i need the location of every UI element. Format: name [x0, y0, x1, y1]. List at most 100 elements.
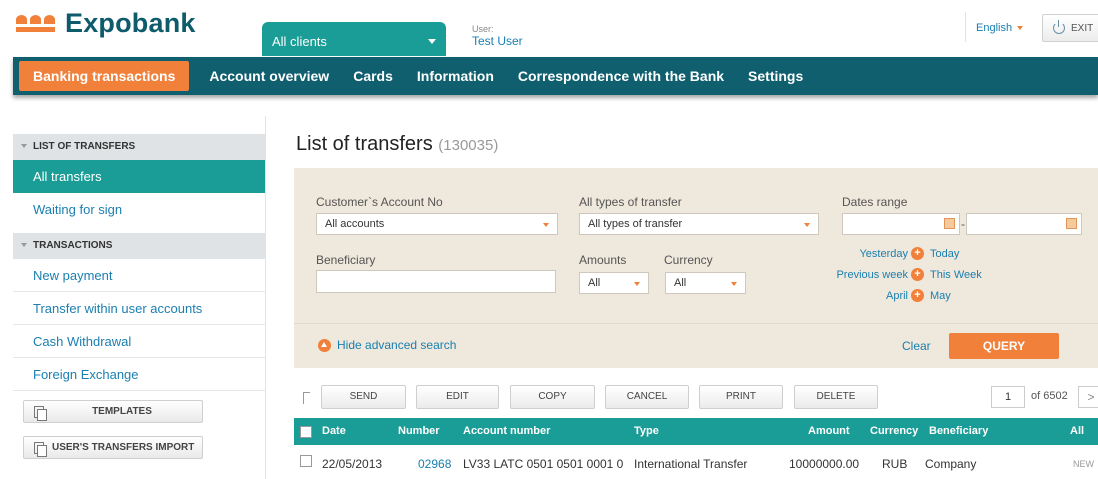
- col-beneficiary[interactable]: Beneficiary: [929, 425, 988, 437]
- user-info: User: Test User: [472, 24, 523, 48]
- transfer-type-label: All types of transfer: [579, 195, 682, 209]
- edit-button[interactable]: EDIT: [416, 385, 499, 409]
- sidebar-item-cash-withdrawal[interactable]: Cash Withdrawal: [13, 325, 265, 358]
- select-arrow-icon: [303, 392, 310, 404]
- col-number[interactable]: Number: [398, 425, 440, 437]
- chevron-up-icon: [318, 338, 331, 352]
- plus-icon: +: [911, 268, 924, 281]
- hide-advanced-label: Hide advanced search: [337, 338, 457, 352]
- amounts-value: All: [588, 277, 601, 289]
- sidebar-section-transactions[interactable]: TRANSACTIONS: [13, 233, 265, 259]
- chevron-down-icon: [1017, 26, 1024, 31]
- next-page-button[interactable]: >: [1078, 386, 1098, 408]
- select-all-checkbox[interactable]: [300, 426, 312, 438]
- cancel-button[interactable]: CANCEL: [605, 385, 689, 409]
- dates-range-label: Dates range: [842, 195, 908, 209]
- sidebar-item-all-transfers[interactable]: All transfers: [13, 160, 271, 193]
- templates-button[interactable]: TEMPLATES: [23, 400, 203, 423]
- nav-account-overview[interactable]: Account overview: [199, 57, 339, 95]
- date-separator: -: [961, 217, 965, 231]
- account-select[interactable]: All accounts: [316, 213, 558, 235]
- table-row[interactable]: 22/05/2013 02968 LV33 LATC 0501 0501 000…: [294, 447, 1098, 479]
- collapse-icon: [21, 144, 27, 149]
- sidebar-item-transfer-within-accounts[interactable]: Transfer within user accounts: [13, 292, 265, 325]
- nav-information[interactable]: Information: [407, 57, 504, 95]
- nav-correspondence[interactable]: Correspondence with the Bank: [508, 57, 734, 95]
- quick-april-link[interactable]: April: [886, 290, 908, 302]
- chevron-down-icon: [634, 282, 640, 286]
- col-amount[interactable]: Amount: [808, 425, 850, 437]
- page-count: of 6502: [1031, 390, 1068, 402]
- col-type[interactable]: Type: [634, 425, 659, 437]
- quick-previous-week-link[interactable]: Previous week: [836, 269, 908, 281]
- brand-name: Expobank: [65, 8, 196, 38]
- currency-select[interactable]: All: [665, 272, 746, 294]
- section-label: LIST OF TRANSFERS: [33, 141, 136, 152]
- account-label: Customer`s Account No: [316, 195, 443, 209]
- date-from-input[interactable]: [842, 213, 960, 235]
- amounts-select[interactable]: All: [579, 272, 649, 294]
- status-badge: NEW: [1073, 459, 1094, 469]
- exit-label: EXIT: [1071, 22, 1094, 34]
- copy-icon: [34, 405, 47, 421]
- calendar-icon[interactable]: [944, 218, 955, 229]
- plus-icon: +: [911, 247, 924, 260]
- beneficiary-input[interactable]: [316, 270, 556, 293]
- row-beneficiary: Company: [925, 457, 977, 471]
- client-selector[interactable]: All clients: [262, 22, 446, 56]
- sidebar-item-foreign-exchange[interactable]: Foreign Exchange: [13, 358, 265, 391]
- sidebar-item-new-payment[interactable]: New payment: [13, 259, 265, 292]
- filter-panel: Customer`s Account No All accounts All t…: [294, 168, 1098, 368]
- users-transfers-import-button[interactable]: USER'S TRANSFERS IMPORT: [23, 436, 203, 459]
- nav-settings[interactable]: Settings: [738, 57, 813, 95]
- language-label: English: [976, 22, 1013, 34]
- chevron-down-icon: [804, 223, 810, 227]
- row-number-link[interactable]: 02968: [418, 457, 451, 471]
- date-to-input[interactable]: [966, 213, 1082, 235]
- chevron-down-icon: [731, 282, 737, 286]
- sidebar-section-list-of-transfers[interactable]: LIST OF TRANSFERS: [13, 134, 265, 160]
- main-nav: Banking transactions Account overview Ca…: [13, 57, 1098, 95]
- calendar-icon[interactable]: [1066, 218, 1077, 229]
- expobank-logo[interactable]: Expobank: [16, 8, 196, 39]
- delete-button[interactable]: DELETE: [794, 385, 878, 409]
- quick-yesterday-link[interactable]: Yesterday: [859, 248, 908, 260]
- sidebar-item-waiting-for-sign[interactable]: Waiting for sign: [13, 193, 265, 229]
- page-number-input[interactable]: 1: [991, 386, 1025, 408]
- row-date: 22/05/2013: [322, 457, 383, 471]
- send-button[interactable]: SEND: [321, 385, 406, 409]
- nav-cards[interactable]: Cards: [343, 57, 403, 95]
- clear-link[interactable]: Clear: [902, 339, 931, 353]
- exit-button[interactable]: EXIT: [1042, 14, 1098, 42]
- sidebar: LIST OF TRANSFERS All transfers Waiting …: [13, 134, 271, 459]
- print-button[interactable]: PRINT: [699, 385, 783, 409]
- currency-value: All: [674, 277, 687, 289]
- query-button[interactable]: QUERY: [949, 333, 1059, 359]
- plus-icon: +: [911, 289, 924, 302]
- quick-this-week-link[interactable]: This Week: [930, 269, 982, 281]
- col-status-filter[interactable]: All: [1070, 425, 1084, 437]
- table-header: Date Number Account number Type Amount C…: [294, 418, 1098, 445]
- top-bar: Expobank All clients User: Test User Eng…: [0, 0, 1098, 56]
- col-date[interactable]: Date: [322, 425, 346, 437]
- row-checkbox[interactable]: [300, 455, 312, 467]
- templates-label: TEMPLATES: [92, 406, 152, 417]
- quick-may-link[interactable]: May: [930, 290, 951, 302]
- hide-advanced-search-link[interactable]: Hide advanced search: [318, 338, 456, 352]
- row-currency: RUB: [882, 457, 908, 471]
- nav-banking-transactions[interactable]: Banking transactions: [19, 61, 190, 91]
- row-type: International Transfer: [634, 457, 748, 471]
- quick-today-link[interactable]: Today: [930, 248, 959, 260]
- col-currency[interactable]: Currency: [870, 425, 918, 437]
- copy-button[interactable]: COPY: [510, 385, 595, 409]
- col-account-number[interactable]: Account number: [463, 425, 550, 437]
- divider: [265, 116, 266, 479]
- transfer-type-select[interactable]: All types of transfer: [579, 213, 819, 235]
- client-selector-label: All clients: [272, 34, 327, 49]
- language-selector[interactable]: English: [965, 12, 1031, 42]
- currency-label: Currency: [664, 253, 713, 267]
- account-select-value: All accounts: [325, 218, 385, 230]
- power-icon: [1053, 20, 1065, 34]
- copy-icon: [34, 441, 47, 457]
- user-name-link[interactable]: Test User: [472, 34, 523, 48]
